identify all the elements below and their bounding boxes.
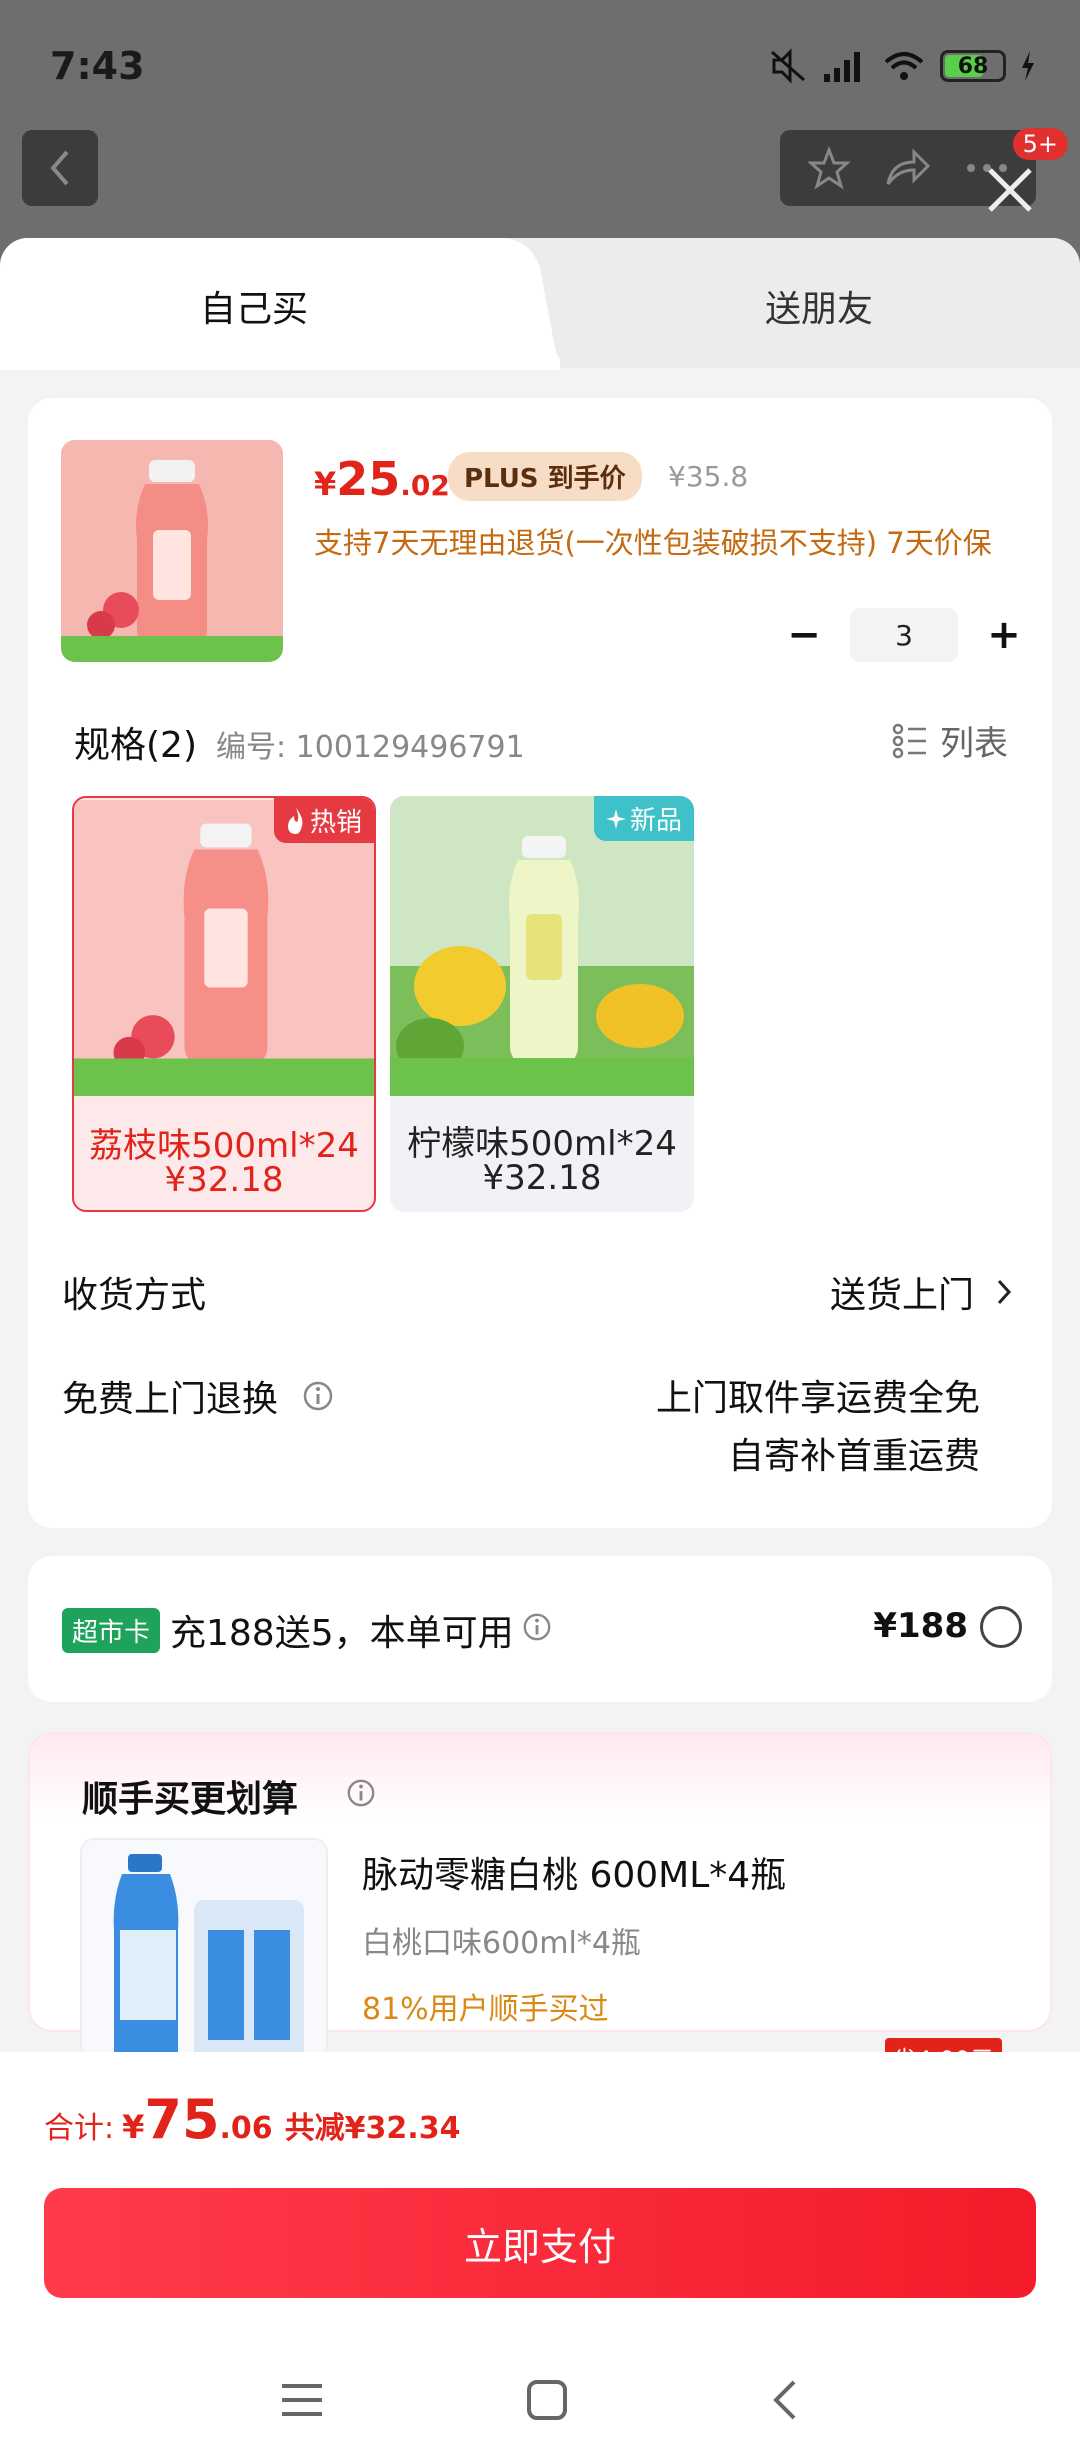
hot-badge: 热销: [273, 798, 374, 843]
new-badge: 新品: [593, 796, 694, 841]
increase-button[interactable]: +: [984, 612, 1024, 658]
supermarket-card-radio[interactable]: [980, 1606, 1022, 1648]
info-icon[interactable]: [522, 1612, 552, 1642]
addon-product-name[interactable]: 脉动零糖白桃 600ML*4瓶: [362, 1846, 786, 1898]
addon-social-proof: 81%用户顺手买过: [362, 1992, 609, 2027]
return-service-label: 免费上门退换: [62, 1379, 279, 1420]
chevron-left-icon: [50, 150, 69, 186]
system-navigation: [0, 2340, 1080, 2460]
star-icon[interactable]: [806, 146, 851, 190]
delivery-method-label: 收货方式: [62, 1275, 207, 1316]
supermarket-card-price: ¥188: [873, 1606, 968, 1646]
price-currency: ¥: [314, 465, 337, 503]
total-saved: 共减¥32.34: [284, 2111, 461, 2146]
plus-price-tag: PLUS 到手价: [448, 452, 642, 501]
close-icon[interactable]: [984, 164, 1036, 216]
supermarket-card-text: 充188送5，本单可用: [170, 1613, 514, 1654]
charging-icon: [1022, 51, 1034, 81]
info-icon[interactable]: [302, 1380, 334, 1412]
lychee-bottle-image: [74, 799, 374, 1097]
battery-icon: 68: [940, 50, 1006, 82]
status-time: 7:43: [50, 44, 145, 88]
return-service-detail: 上门取件享运费全免 自寄补首重运费: [656, 1370, 980, 1486]
quantity-input[interactable]: 3: [850, 608, 958, 662]
variant-lychee[interactable]: 热销 荔枝味500ml*24 ¥32.18: [72, 796, 376, 1212]
list-view-toggle[interactable]: 列表: [892, 716, 1008, 765]
notification-badge: 5+: [1012, 128, 1068, 160]
pay-now-button[interactable]: 立即支付: [44, 2188, 1036, 2298]
chevron-right-icon: [997, 1279, 1012, 1305]
mute-icon: [771, 48, 805, 84]
product-code: 编号: 100129496791: [216, 730, 525, 765]
back-nav-icon[interactable]: [770, 2378, 800, 2422]
quantity-stepper: − 3 +: [784, 608, 1024, 662]
signal-icon: [824, 52, 860, 82]
drink-bottles-image: [82, 1840, 326, 2056]
status-bar: 7:43 68: [0, 0, 1080, 130]
variant-lemon[interactable]: 新品 柠檬味500ml*24 ¥32.18: [390, 796, 694, 1212]
status-icons: 68: [768, 48, 1036, 84]
supermarket-card-offer[interactable]: 超市卡 充188送5，本单可用 ¥188: [28, 1556, 1052, 1702]
decrease-button[interactable]: −: [784, 612, 824, 658]
back-button[interactable]: [22, 130, 98, 206]
supermarket-card-tag: 超市卡: [62, 1608, 161, 1653]
info-icon[interactable]: [346, 1778, 376, 1808]
price-decimal: .02: [400, 469, 450, 502]
return-service: 免费上门退换: [62, 1370, 334, 1422]
lemon-bottle-image: [390, 796, 694, 1096]
addon-product-image[interactable]: [80, 1838, 328, 2058]
tab-self-buy[interactable]: 自己买: [200, 280, 308, 332]
menu-icon[interactable]: [280, 2380, 324, 2420]
variant-price: ¥32.18: [482, 1158, 602, 1198]
product-thumbnail: [61, 440, 283, 662]
list-view-label: 列表: [940, 724, 1008, 764]
fire-icon: [287, 807, 303, 834]
bottle-image: [61, 440, 283, 662]
original-price: ¥35.8: [668, 460, 749, 493]
list-icon: [892, 723, 926, 758]
sparkle-icon: [605, 808, 626, 829]
delivery-method-value: 送货上门: [829, 1275, 974, 1316]
wifi-icon: [884, 52, 924, 80]
share-icon[interactable]: [884, 148, 932, 188]
return-service-line1: 上门取件享运费全免: [655, 1378, 980, 1419]
addon-title: 顺手买更划算: [82, 1779, 299, 1820]
tab-gift-friend-label: 送朋友: [765, 289, 874, 330]
service-promise[interactable]: 支持7天无理由退货(一次性包装破损不支持) 7天价保: [314, 520, 992, 562]
variant-price: ¥32.18: [164, 1160, 284, 1200]
return-service-line2: 自寄补首重运费: [727, 1436, 980, 1477]
spec-title: 规格(2): [74, 725, 197, 766]
total-decimal: .06: [219, 2111, 273, 2146]
addon-section: 顺手买更划算 脉动零糖白桃 600ML*4瓶 白桃口味600ml*4瓶 81%用…: [28, 1732, 1052, 2077]
total-integer: 75: [144, 2088, 220, 2151]
total-currency: ¥: [122, 2108, 145, 2146]
addon-product-spec: 白桃口味600ml*4瓶: [362, 1926, 641, 1961]
price-integer: 25: [336, 452, 401, 506]
home-icon[interactable]: [525, 2378, 569, 2422]
product-card: ¥ 25 .02 PLUS 到手价 ¥35.8 支持7天无理由退货(一次性包装破…: [28, 398, 1052, 1528]
product-price: ¥ 25 .02: [314, 452, 450, 506]
delivery-method-selector[interactable]: 送货上门: [830, 1266, 1012, 1318]
purchase-tabs: 送朋友 自己买: [0, 238, 1080, 370]
total-label: 合计:: [44, 2111, 115, 2146]
order-total: 合计: ¥ 75 .06 共减¥32.34: [44, 2088, 460, 2151]
